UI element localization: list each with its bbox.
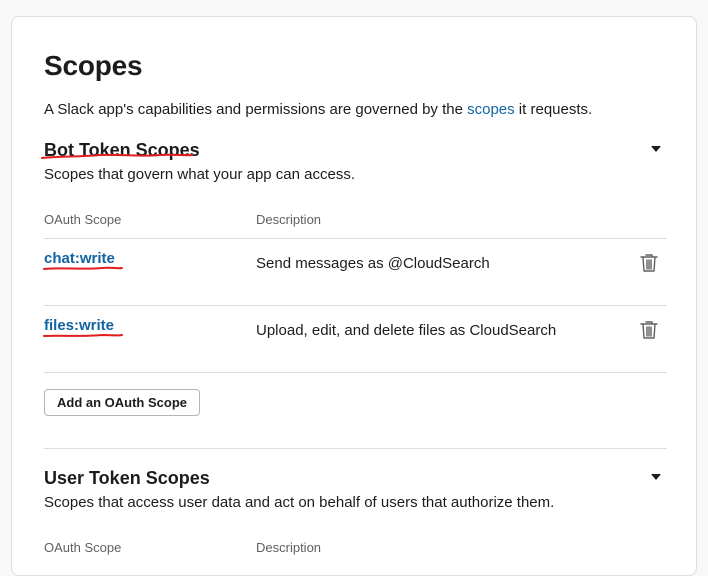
scope-description: Upload, edit, and delete files as CloudS… (256, 322, 557, 339)
scopes-intro: A Slack app's capabilities and permissio… (44, 101, 592, 118)
remove-scope-trash-icon[interactable] (640, 320, 658, 340)
scope-link-files-write[interactable]: files:write (44, 317, 114, 334)
table-divider (44, 372, 667, 373)
page-title: Scopes (44, 50, 143, 81)
table-divider (44, 238, 667, 239)
description-column-header: Description (256, 540, 322, 555)
scope-link-chat-write[interactable]: chat:write (44, 250, 115, 267)
bot-section-collapse-caret-down-icon[interactable] (651, 146, 661, 152)
table-divider (44, 305, 667, 306)
user-token-scopes-title: User Token Scopes (44, 468, 210, 488)
scope-description: Send messages as @CloudSearch (256, 255, 490, 272)
description-column-header: Description (256, 212, 322, 227)
remove-scope-trash-icon[interactable] (640, 253, 658, 273)
scopes-card: Scopes A Slack app's capabilities and pe… (11, 16, 697, 576)
intro-text-before: A Slack app's capabilities and permissio… (44, 101, 468, 118)
intro-text-after: it requests. (514, 101, 593, 118)
add-oauth-scope-button[interactable]: Add an OAuth Scope (44, 389, 200, 416)
section-divider (44, 448, 667, 449)
oauth-scope-column-header: OAuth Scope (44, 212, 122, 227)
oauth-scope-column-header: OAuth Scope (44, 540, 122, 555)
scopes-link[interactable]: scopes (467, 101, 515, 118)
bot-token-scopes-title: Bot Token Scopes (44, 140, 200, 160)
bot-token-scopes-subtitle: Scopes that govern what your app can acc… (44, 166, 356, 183)
user-token-scopes-subtitle: Scopes that access user data and act on … (44, 494, 555, 511)
user-section-collapse-caret-down-icon[interactable] (651, 474, 661, 480)
